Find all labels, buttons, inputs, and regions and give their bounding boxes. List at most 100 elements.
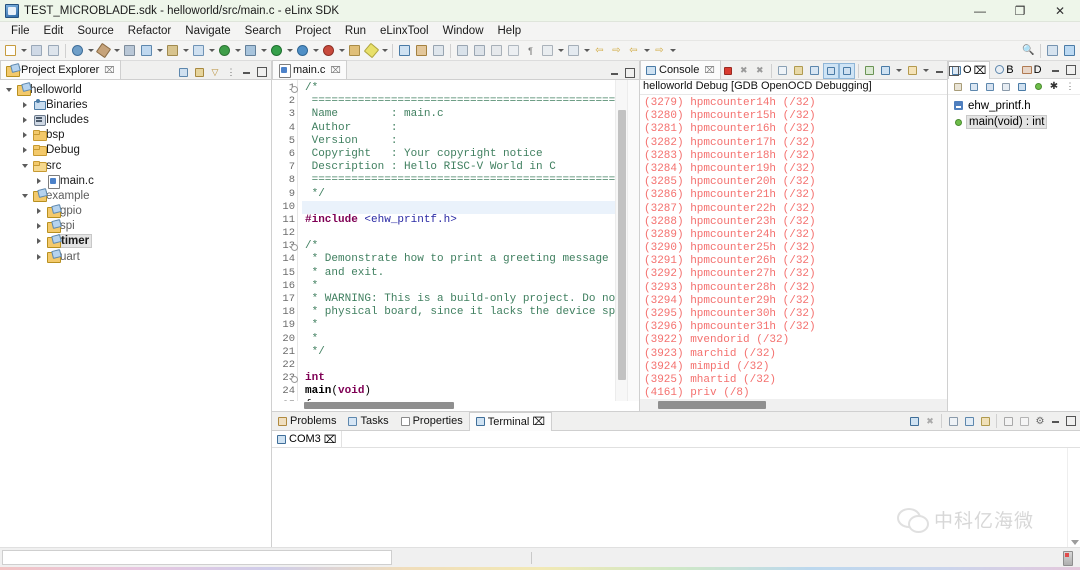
code-line[interactable]: Name : main.c — [302, 108, 615, 121]
view-menu-icon[interactable]: ⋮ — [224, 65, 238, 79]
minimize-icon[interactable] — [933, 64, 946, 77]
expand-arrow-icon[interactable] — [18, 102, 31, 108]
hide-nonpublic-icon[interactable] — [1015, 80, 1029, 94]
new-console-view-icon[interactable] — [863, 64, 877, 78]
code-line[interactable] — [302, 227, 615, 240]
open-element-dropdown-icon[interactable] — [582, 42, 591, 59]
tree-row-helloworld[interactable]: helloworld — [0, 82, 271, 97]
scroll-lock-icon[interactable] — [1001, 414, 1015, 428]
tree-row-gpio[interactable]: gpio — [0, 204, 271, 219]
debug-icon[interactable] — [69, 42, 86, 59]
code-line[interactable]: ========================================… — [302, 174, 615, 187]
sort-icon[interactable] — [951, 80, 965, 94]
pilcrow-icon[interactable]: ¶ — [522, 42, 539, 59]
search-tool-dropdown-icon[interactable] — [380, 42, 389, 59]
settings-icon[interactable]: ⚙ — [1033, 414, 1047, 428]
open-terminal-icon[interactable] — [907, 414, 921, 428]
maximize-icon[interactable] — [1064, 415, 1077, 428]
tree-row-main-c[interactable]: main.c — [0, 173, 271, 188]
debug-launch-dropdown-icon[interactable] — [337, 42, 346, 59]
tree-row-debug[interactable]: Debug — [0, 143, 271, 158]
open-console-icon[interactable] — [879, 64, 893, 78]
pin-console-icon[interactable] — [824, 64, 838, 78]
editor-vertical-scrollbar[interactable] — [615, 80, 627, 401]
collapse-all-icon[interactable] — [176, 65, 190, 79]
copy-icon[interactable] — [946, 414, 960, 428]
code-line[interactable]: int — [302, 372, 615, 385]
code-line[interactable]: Description : Hello RISC-V World in C — [302, 161, 615, 174]
external-tools-icon[interactable] — [346, 42, 363, 59]
code-line[interactable]: */ — [302, 346, 615, 359]
code-line[interactable]: * and exit. — [302, 267, 615, 280]
code-line[interactable]: * — [302, 280, 615, 293]
search-tool-icon[interactable] — [363, 42, 380, 59]
code-line[interactable]: * physical board, since it lacks the dev… — [302, 306, 615, 319]
menu-edit[interactable]: Edit — [37, 23, 71, 39]
close-icon[interactable]: ⌧ — [330, 65, 340, 76]
save-icon[interactable] — [28, 42, 45, 59]
link-with-editor-icon[interactable] — [192, 65, 206, 79]
next-annotation-icon[interactable] — [454, 42, 471, 59]
new-class-dropdown-icon[interactable] — [207, 42, 216, 59]
profile-dropdown-icon[interactable] — [311, 42, 320, 59]
open-type-icon[interactable] — [138, 42, 155, 59]
close-window-button[interactable]: ✕ — [1040, 0, 1080, 22]
forward-history-dropdown-icon[interactable] — [668, 42, 677, 59]
menu-refactor[interactable]: Refactor — [121, 23, 178, 39]
menu-search[interactable]: Search — [238, 23, 288, 39]
toggle-block-selection-icon[interactable] — [539, 42, 556, 59]
expand-arrow-icon[interactable] — [32, 208, 45, 214]
menu-file[interactable]: File — [4, 23, 37, 39]
tab-documentation[interactable]: D — [1019, 61, 1045, 79]
editor-horizontal-scrollbar[interactable] — [272, 401, 639, 411]
tab-project-explorer[interactable]: Project Explorer ⌧ — [0, 60, 121, 79]
menu-window[interactable]: Window — [436, 23, 491, 39]
code-line[interactable]: Copyright : Your copyright notice — [302, 148, 615, 161]
tab-terminal[interactable]: Terminal ⌧ — [469, 412, 552, 431]
tree-row-bsp[interactable]: bsp — [0, 128, 271, 143]
new-wizard-icon[interactable] — [2, 42, 19, 59]
back-icon[interactable]: ⇦ — [591, 42, 608, 59]
open-perspective-icon[interactable] — [121, 42, 138, 59]
debug-dropdown-icon[interactable] — [86, 42, 95, 59]
scroll-down-arrow-icon[interactable] — [1071, 540, 1079, 545]
editor-overview-ruler[interactable] — [627, 80, 639, 401]
expand-arrow-icon[interactable] — [32, 223, 45, 229]
terminal-output[interactable]: 中科亿海微 — [272, 448, 1080, 547]
code-line[interactable]: * — [302, 319, 615, 332]
tab-console[interactable]: Console ⌧ — [640, 60, 721, 79]
tree-row-includes[interactable]: Includes — [0, 112, 271, 127]
menu-navigate[interactable]: Navigate — [178, 23, 237, 39]
code-line[interactable] — [302, 359, 615, 372]
new-c-project-icon[interactable] — [164, 42, 181, 59]
new-wizard-dropdown-icon[interactable] — [19, 42, 28, 59]
open-element-icon[interactable] — [565, 42, 582, 59]
console-menu-dropdown-icon[interactable] — [922, 62, 931, 79]
new-c-project-dropdown-icon[interactable] — [181, 42, 190, 59]
paste-icon[interactable] — [962, 414, 976, 428]
hide-fields-icon[interactable] — [983, 80, 997, 94]
tree-row-src[interactable]: src — [0, 158, 271, 173]
subtab-com3[interactable]: COM3 ⌧ — [272, 431, 342, 448]
hide-macros-icon[interactable]: ✱ — [1047, 80, 1061, 94]
tab-main-c[interactable]: main.c ⌧ — [272, 60, 347, 79]
code-line[interactable]: /* — [302, 82, 615, 95]
run-icon[interactable] — [268, 42, 285, 59]
console-horizontal-scrollbar[interactable] — [640, 399, 947, 411]
disconnect-icon[interactable]: ✖ — [923, 414, 937, 428]
back-history-dropdown-icon[interactable] — [642, 42, 651, 59]
tab-build-targets[interactable]: B — [992, 61, 1016, 79]
view-filter-icon[interactable]: ▽ — [208, 65, 222, 79]
tree-row-binaries[interactable]: Binaries — [0, 97, 271, 112]
menu-help[interactable]: Help — [491, 23, 529, 39]
tab-problems[interactable]: Problems — [272, 412, 342, 431]
back-history-icon[interactable]: ⇦ — [625, 42, 642, 59]
save-all-icon[interactable] — [45, 42, 62, 59]
block-selection-dropdown-icon[interactable] — [556, 42, 565, 59]
outline-item-include[interactable]: ehw_printf.h — [948, 98, 1080, 114]
code-line[interactable]: Version : — [302, 135, 615, 148]
display-selected-console-icon[interactable] — [840, 64, 854, 78]
terminal-vertical-scrollbar[interactable] — [1067, 448, 1080, 547]
code-line[interactable]: #include <ehw_printf.h> — [302, 214, 615, 227]
close-icon[interactable]: ⌧ — [704, 65, 714, 76]
